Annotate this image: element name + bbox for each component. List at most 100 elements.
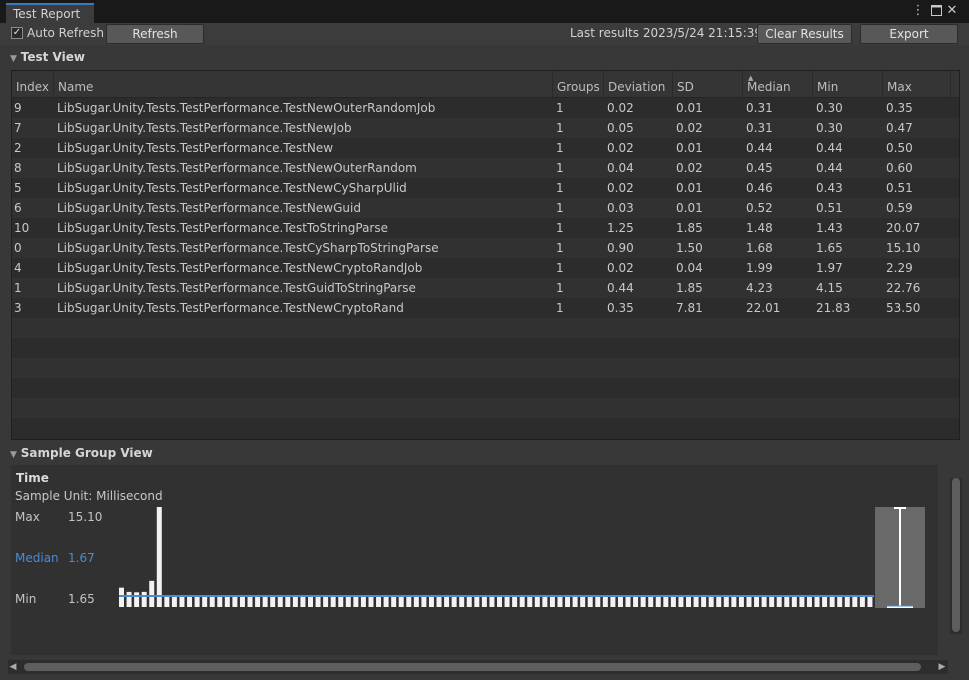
cell-index: 10 (14, 221, 30, 235)
clear-results-button[interactable]: Clear Results (757, 24, 852, 44)
cell-max: 0.60 (886, 161, 913, 175)
cell-median: 0.44 (746, 141, 773, 155)
sample-bar (806, 595, 812, 607)
sample-bar (179, 595, 185, 607)
column-header-groups[interactable]: Groups (552, 71, 603, 97)
table-row[interactable]: 6 LibSugar.Unity.Tests.TestPerformance.Te… (12, 198, 959, 218)
sample-bar (572, 595, 578, 607)
cell-name: LibSugar.Unity.Tests.TestPerformance.Tes… (57, 261, 423, 275)
cell-median: 1.48 (746, 221, 773, 235)
sample-bar (497, 595, 502, 607)
sample-group-name: Time (16, 471, 49, 485)
cell-min: 1.43 (816, 221, 843, 235)
cell-index: 4 (14, 261, 22, 275)
sample-bar (716, 595, 722, 607)
cell-index: 6 (14, 201, 22, 215)
sample-group-panel: Time Sample Unit: Millisecond Max 15.10 … (11, 465, 938, 655)
cell-max: 0.50 (886, 141, 913, 155)
sample-bar (292, 595, 298, 607)
cell-sd: 1.85 (676, 281, 703, 295)
auto-refresh-checkbox[interactable]: ✓ (11, 27, 23, 39)
cell-min: 0.30 (816, 121, 843, 135)
cell-index: 5 (14, 181, 22, 195)
foldout-expanded-icon: ▼ (10, 450, 17, 460)
auto-refresh-label: Auto Refresh (27, 26, 104, 40)
horizontal-scrollbar[interactable]: ◀ ▶ (8, 660, 948, 674)
sample-bar (746, 595, 752, 607)
refresh-button[interactable]: Refresh (106, 24, 204, 44)
sample-bar (489, 595, 495, 607)
window-tab-title: Test Report (13, 7, 81, 21)
scroll-right-arrow-icon[interactable]: ▶ (937, 660, 947, 674)
maximize-icon[interactable] (929, 3, 943, 21)
column-header-deviation[interactable]: Deviation (603, 71, 672, 97)
sample-bar (406, 595, 412, 607)
sample-bar (141, 591, 147, 607)
column-header-min[interactable]: Min (812, 71, 882, 97)
scroll-left-arrow-icon[interactable]: ◀ (8, 660, 18, 674)
cell-sd: 0.02 (676, 161, 703, 175)
sample-bar (822, 595, 828, 607)
column-header-index[interactable]: Index (12, 71, 53, 97)
sample-bar (776, 595, 782, 607)
sample-bar (444, 595, 450, 607)
sample-bar (300, 595, 306, 607)
cell-median: 0.46 (746, 181, 773, 195)
window-tab[interactable]: Test Report (6, 3, 94, 23)
table-row[interactable]: 1 LibSugar.Unity.Tests.TestPerformance.Te… (12, 278, 959, 298)
cell-min: 1.65 (816, 241, 843, 255)
column-header-median[interactable]: Median ▲ (742, 71, 812, 97)
sample-bar (610, 595, 616, 607)
sample-bar (678, 595, 684, 607)
kebab-menu-icon[interactable]: ⋮ (911, 3, 925, 19)
sample-bar (330, 595, 336, 607)
sample-bar (534, 595, 540, 607)
sample-bar (693, 595, 699, 607)
cell-groups: 1 (556, 221, 564, 235)
column-header-label: Name (58, 80, 94, 94)
sample-bar (640, 595, 646, 607)
sample-bar (119, 587, 124, 607)
column-header-label: Max (887, 80, 912, 94)
cell-deviation: 0.04 (607, 161, 634, 175)
test-view-header[interactable]: ▼ Test View (10, 50, 85, 64)
table-row[interactable]: 7 LibSugar.Unity.Tests.TestPerformance.Te… (12, 118, 959, 138)
cell-min: 4.15 (816, 281, 843, 295)
table-row[interactable]: 5 LibSugar.Unity.Tests.TestPerformance.Te… (12, 178, 959, 198)
table-row-empty (12, 358, 959, 378)
sample-bar (315, 595, 321, 607)
table-row[interactable]: 9 LibSugar.Unity.Tests.TestPerformance.Te… (12, 98, 959, 118)
column-header-name[interactable]: Name (53, 71, 552, 97)
cell-sd: 0.01 (676, 201, 703, 215)
column-header-max[interactable]: Max (882, 71, 950, 97)
close-icon[interactable]: ✕ (945, 3, 959, 19)
export-button[interactable]: Export (860, 24, 958, 44)
table-row[interactable]: 0 LibSugar.Unity.Tests.TestPerformance.Te… (12, 238, 959, 258)
sample-bar (270, 595, 276, 607)
table-row[interactable]: 8 LibSugar.Unity.Tests.TestPerformance.Te… (12, 158, 959, 178)
cell-min: 0.44 (816, 141, 843, 155)
column-header-label: Index (16, 80, 50, 94)
sample-bar (232, 595, 238, 607)
cell-name: LibSugar.Unity.Tests.TestPerformance.Tes… (57, 161, 417, 175)
sample-bar (345, 595, 351, 607)
sample-group-view-header[interactable]: ▼ Sample Group View (10, 446, 153, 460)
sample-bar (829, 595, 835, 607)
sample-bar-chart (119, 507, 874, 607)
cell-index: 2 (14, 141, 22, 155)
sample-bar (156, 507, 162, 607)
sample-bar (527, 595, 533, 607)
horizontal-scroll-thumb[interactable] (24, 663, 921, 671)
vertical-scrollbar[interactable] (950, 478, 962, 634)
column-header-sd[interactable]: SD (672, 71, 742, 97)
cell-median: 0.45 (746, 161, 773, 175)
table-row[interactable]: 10 LibSugar.Unity.Tests.TestPerformance.T… (12, 218, 959, 238)
table-row[interactable]: 4 LibSugar.Unity.Tests.TestPerformance.Te… (12, 258, 959, 278)
table-row-empty (12, 418, 959, 438)
sample-bar (421, 595, 427, 607)
table-row[interactable]: 2 LibSugar.Unity.Tests.TestPerformance.Te… (12, 138, 959, 158)
sample-bar (859, 595, 865, 607)
test-view-title: Test View (20, 50, 85, 64)
table-row[interactable]: 3 LibSugar.Unity.Tests.TestPerformance.Te… (12, 298, 959, 318)
vertical-scroll-thumb[interactable] (952, 478, 960, 632)
